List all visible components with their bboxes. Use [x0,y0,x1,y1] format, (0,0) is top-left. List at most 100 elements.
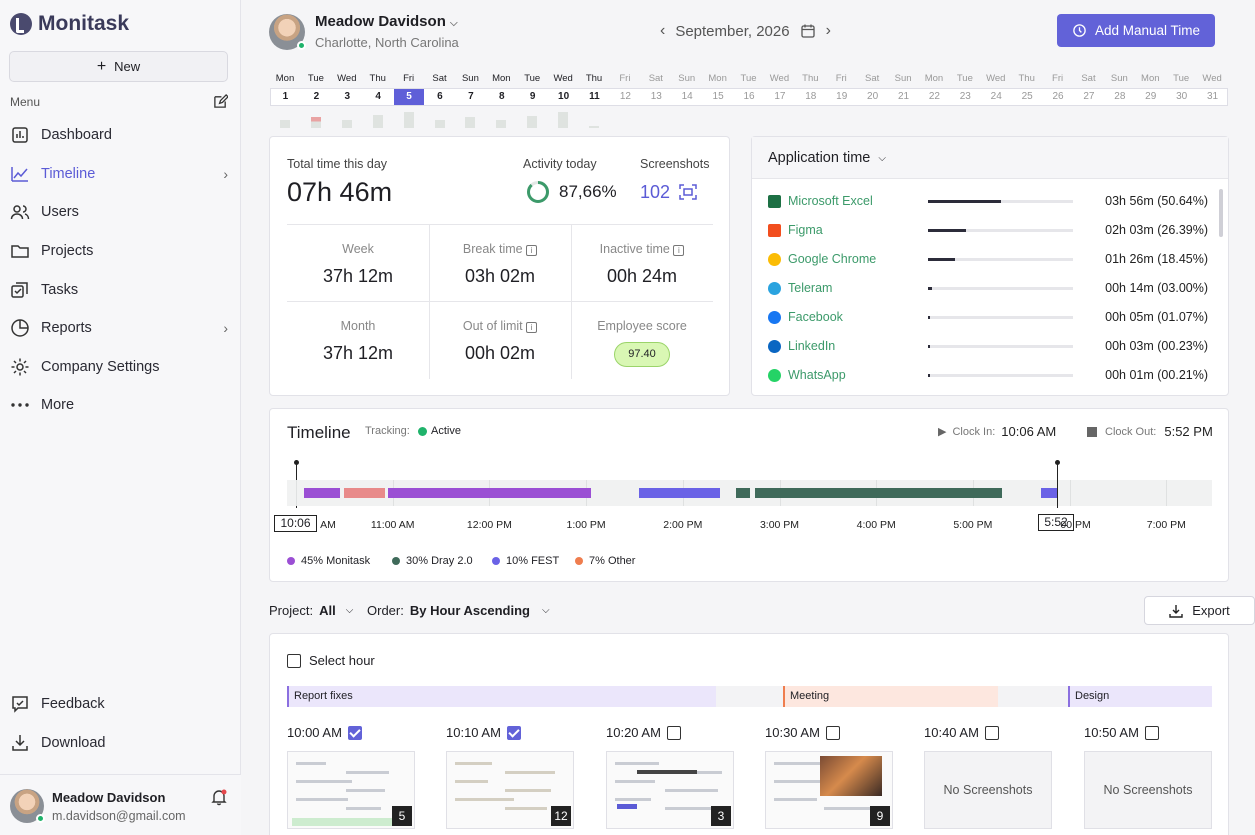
app-row[interactable]: WhatsApp 00h 01m (00.21%) [768,365,1208,385]
calendar-day[interactable]: 17 [765,89,795,105]
calendar-day[interactable]: 2 [301,89,331,105]
next-month-icon[interactable]: › [826,22,831,40]
calendar-day[interactable]: 11 [579,89,609,105]
calendar-day[interactable]: 10 [549,89,579,105]
screenshot-thumbnail[interactable]: 9 [765,751,893,829]
sidebar-item-dashboard[interactable]: Dashboard [10,120,228,150]
add-manual-time-button[interactable]: Add Manual Time [1057,14,1215,47]
activity-segment[interactable] [735,488,751,498]
screenshot-thumbnail[interactable]: 12 [446,751,574,829]
calendar-day[interactable]: 4 [363,89,393,105]
calendar-day[interactable]: 8 [487,89,517,105]
app-row[interactable]: LinkedIn 00h 03m (00.23%) [768,336,1208,356]
app-row[interactable]: Google Chrome 01h 26m (18.45%) [768,249,1208,269]
sidebar-item-feedback[interactable]: Feedback [10,689,228,719]
sidebar-item-download[interactable]: Download [10,728,228,758]
calendar-day[interactable]: 25 [1012,89,1042,105]
calendar-day[interactable]: 24 [981,89,1011,105]
clock-out-marker[interactable] [1057,462,1059,508]
slot-checkbox[interactable] [347,725,362,740]
app-usage-fill [928,344,930,348]
calendar-icon[interactable] [800,23,816,39]
slot-checkbox[interactable] [984,725,999,740]
sidebar-item-projects[interactable]: Projects [10,236,228,266]
select-hour-checkbox[interactable] [287,653,301,668]
calendar-day[interactable]: 30 [1167,89,1197,105]
screenshot-thumbnail[interactable]: 5 [287,751,415,829]
activity-segment[interactable] [1040,488,1058,498]
slot-checkbox[interactable] [666,725,681,740]
screenshots-count[interactable]: 102 [640,182,670,203]
calendar-day[interactable]: 20 [858,89,888,105]
month-label[interactable]: September, 2026 [675,23,789,40]
calendar-day[interactable]: 21 [889,89,919,105]
calendar-day[interactable]: 26 [1043,89,1073,105]
info-icon[interactable]: i [526,245,538,256]
project-label-bar[interactable]: Meeting [783,686,998,707]
calendar-day[interactable]: 1 [270,89,300,105]
calendar-day[interactable]: 29 [1136,89,1166,105]
app-list-scrollbar[interactable] [1219,189,1223,237]
sidebar-item-tasks[interactable]: Tasks [10,275,228,305]
slot-checkbox[interactable] [825,725,840,740]
slot-checkbox[interactable] [506,725,521,740]
app-row[interactable]: Teleram 00h 14m (03.00%) [768,278,1208,298]
sidebar-item-company-settings[interactable]: Company Settings [10,352,228,382]
sidebar-item-label: Tasks [41,282,79,298]
calendar-day[interactable]: 16 [734,89,764,105]
screenshot-icon[interactable] [679,184,697,200]
select-hour[interactable]: Select hour [287,653,375,668]
plus-icon: + [96,57,107,75]
calendar-day[interactable]: 13 [641,89,671,105]
employee-selector[interactable]: Meadow Davidson ⌵ [315,13,458,30]
calendar-day[interactable]: 12 [610,89,640,105]
project-label-bar[interactable]: Design [1068,686,1212,707]
project-label-bar[interactable]: Report fixes [287,686,716,707]
edit-icon[interactable] [213,94,228,109]
screenshot-thumbnail[interactable]: 3 [606,751,734,829]
activity-segment[interactable] [387,488,591,498]
activity-segment[interactable] [303,488,340,498]
order-filter[interactable]: Order: By Hour Ascending ⌵ [367,603,550,618]
slot-checkbox[interactable] [1144,725,1159,740]
project-filter[interactable]: Project: All ⌵ [269,603,353,618]
app-usage-bar [928,373,1073,377]
calendar-day[interactable]: 27 [1074,89,1104,105]
sidebar-item-users[interactable]: Users [10,197,228,227]
calendar-day[interactable]: 18 [796,89,826,105]
sidebar-item-more[interactable]: More [10,390,228,420]
calendar-day[interactable]: 22 [919,89,949,105]
activity-segment[interactable] [755,488,1002,498]
calendar-day[interactable]: 6 [425,89,455,105]
app-row[interactable]: Figma 02h 03m (26.39%) [768,220,1208,240]
calendar-day[interactable]: 7 [456,89,486,105]
app-logo[interactable]: Monitask [10,12,129,36]
info-icon[interactable]: i [526,322,538,333]
new-button[interactable]: + New [9,51,228,82]
calendar-day[interactable]: 28 [1105,89,1135,105]
calendar-day[interactable]: 14 [672,89,702,105]
sidebar-item-timeline[interactable]: Timeline › [10,159,228,189]
clock-in-value: 10:06 AM [1001,424,1057,439]
app-row[interactable]: Microsoft Excel 03h 56m (50.64%) [768,191,1208,211]
legend-label: 7% Other [589,555,636,567]
activity-segment[interactable] [344,488,385,498]
bell-icon[interactable] [210,788,228,806]
application-time-dropdown[interactable]: Application time ⌵ [768,150,886,166]
calendar-day[interactable]: 31 [1198,89,1228,105]
calendar-day[interactable]: 9 [518,89,548,105]
thumbnail-content-line [455,780,488,783]
export-button[interactable]: Export [1144,596,1255,625]
calendar-day[interactable]: 23 [950,89,980,105]
account-panel[interactable]: Meadow Davidson m.davidson@gmail.com [0,774,241,835]
prev-month-icon[interactable]: ‹ [660,22,665,40]
sidebar-item-reports[interactable]: Reports › [10,313,228,343]
employee-avatar[interactable] [269,14,306,50]
activity-segment[interactable] [639,488,720,498]
info-icon[interactable]: i [673,245,685,256]
calendar-day[interactable]: 5 [394,89,425,105]
calendar-day[interactable]: 3 [332,89,362,105]
app-row[interactable]: Facebook 00h 05m (01.07%) [768,307,1208,327]
calendar-day[interactable]: 19 [827,89,857,105]
calendar-day[interactable]: 15 [703,89,733,105]
